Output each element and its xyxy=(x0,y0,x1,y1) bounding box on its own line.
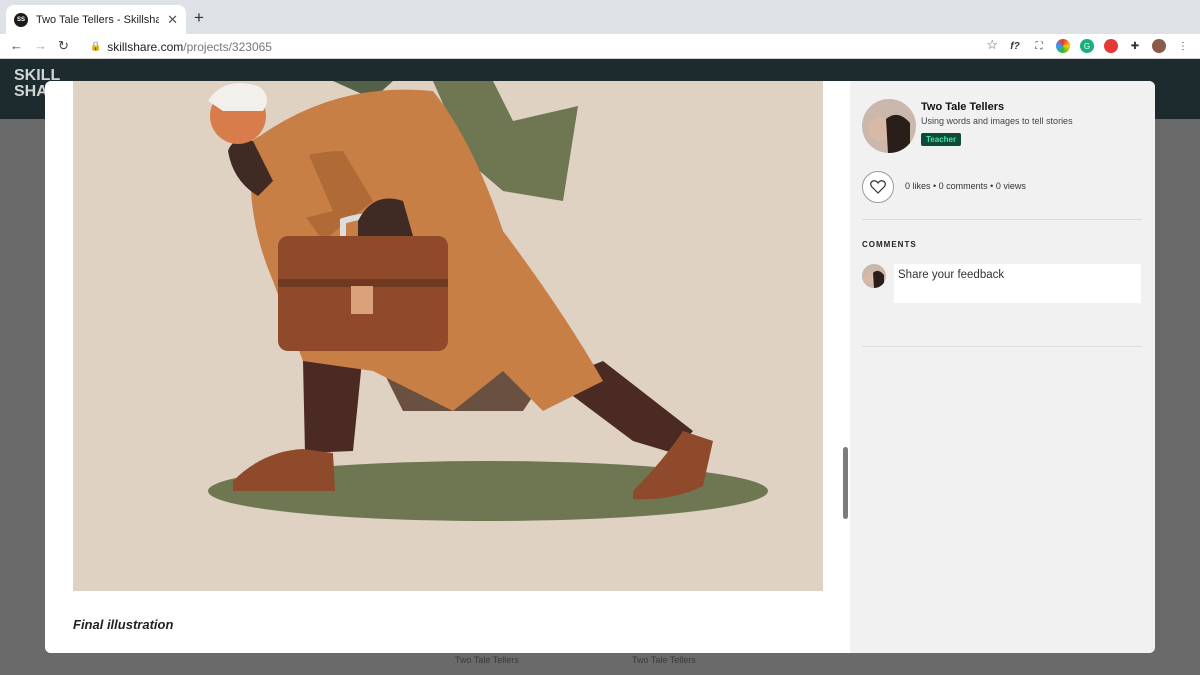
teacher-badge: Teacher xyxy=(921,133,962,146)
red-extension-icon[interactable] xyxy=(1104,39,1118,53)
illustration-caption: Final illustration xyxy=(73,617,174,632)
divider xyxy=(862,219,1142,220)
divider xyxy=(862,346,1142,347)
grammarly-icon[interactable]: G xyxy=(1080,39,1094,53)
reload-icon[interactable]: ↻ xyxy=(58,38,69,54)
back-icon[interactable]: ← xyxy=(10,38,23,53)
project-modal: Final illustration Two Tale Tellers Usin… xyxy=(45,81,1155,653)
skillshare-favicon-icon: SS xyxy=(14,12,28,27)
formula-extension-icon[interactable]: f? xyxy=(1008,39,1022,53)
color-extension-icon[interactable] xyxy=(1056,39,1070,53)
comment-input[interactable] xyxy=(894,264,1141,303)
tab-title: Two Tale Tellers - Skillshare xyxy=(36,13,160,26)
project-sidebar: Two Tale Tellers Using words and images … xyxy=(850,81,1155,653)
star-icon[interactable]: ☆ xyxy=(986,37,998,53)
illustration-artwork xyxy=(208,81,768,521)
profile-icon[interactable] xyxy=(1152,39,1166,53)
heart-icon xyxy=(870,180,886,194)
briefcase-strap xyxy=(278,279,448,287)
author-tagline: Using words and images to tell stories xyxy=(921,116,1073,126)
project-illustration xyxy=(73,81,823,591)
background-card-title: Two Tale Tellers xyxy=(455,655,519,665)
scrollbar[interactable] xyxy=(843,447,848,519)
white-hair xyxy=(208,83,267,111)
browser-toolbar: ← → ↻ 🔒 skillshare.com/projects/323065 ☆… xyxy=(0,34,1200,59)
screenshot-extension-icon[interactable]: ⛶ xyxy=(1032,39,1046,53)
author-name[interactable]: Two Tale Tellers xyxy=(921,101,1004,113)
menu-icon[interactable]: ⋮ xyxy=(1176,39,1190,53)
project-stats: 0 likes • 0 comments • 0 views xyxy=(905,181,1026,191)
comments-heading: COMMENTS xyxy=(862,240,917,249)
author-avatar[interactable] xyxy=(862,99,916,153)
extensions-icon[interactable]: ✚ xyxy=(1128,39,1142,53)
new-tab-icon[interactable]: + xyxy=(194,8,204,28)
browser-tab[interactable]: SS Two Tale Tellers - Skillshare ✕ xyxy=(6,5,186,34)
left-shoe xyxy=(233,449,335,491)
lock-icon: 🔒 xyxy=(90,41,102,51)
forward-icon[interactable]: → xyxy=(34,38,47,53)
briefcase-clasp xyxy=(351,286,373,314)
user-avatar xyxy=(862,264,886,288)
project-content: Final illustration xyxy=(45,81,850,653)
address-bar[interactable]: 🔒 skillshare.com/projects/323065 ☆ xyxy=(82,36,1002,57)
browser-tab-bar: SS Two Tale Tellers - Skillshare ✕ + xyxy=(0,0,1200,34)
url-path: /projects/323065 xyxy=(183,39,272,54)
background-card-title: Two Tale Tellers xyxy=(632,655,696,665)
close-tab-icon[interactable]: ✕ xyxy=(167,12,178,28)
like-button[interactable] xyxy=(862,171,894,203)
url-host: skillshare.com xyxy=(107,39,184,54)
